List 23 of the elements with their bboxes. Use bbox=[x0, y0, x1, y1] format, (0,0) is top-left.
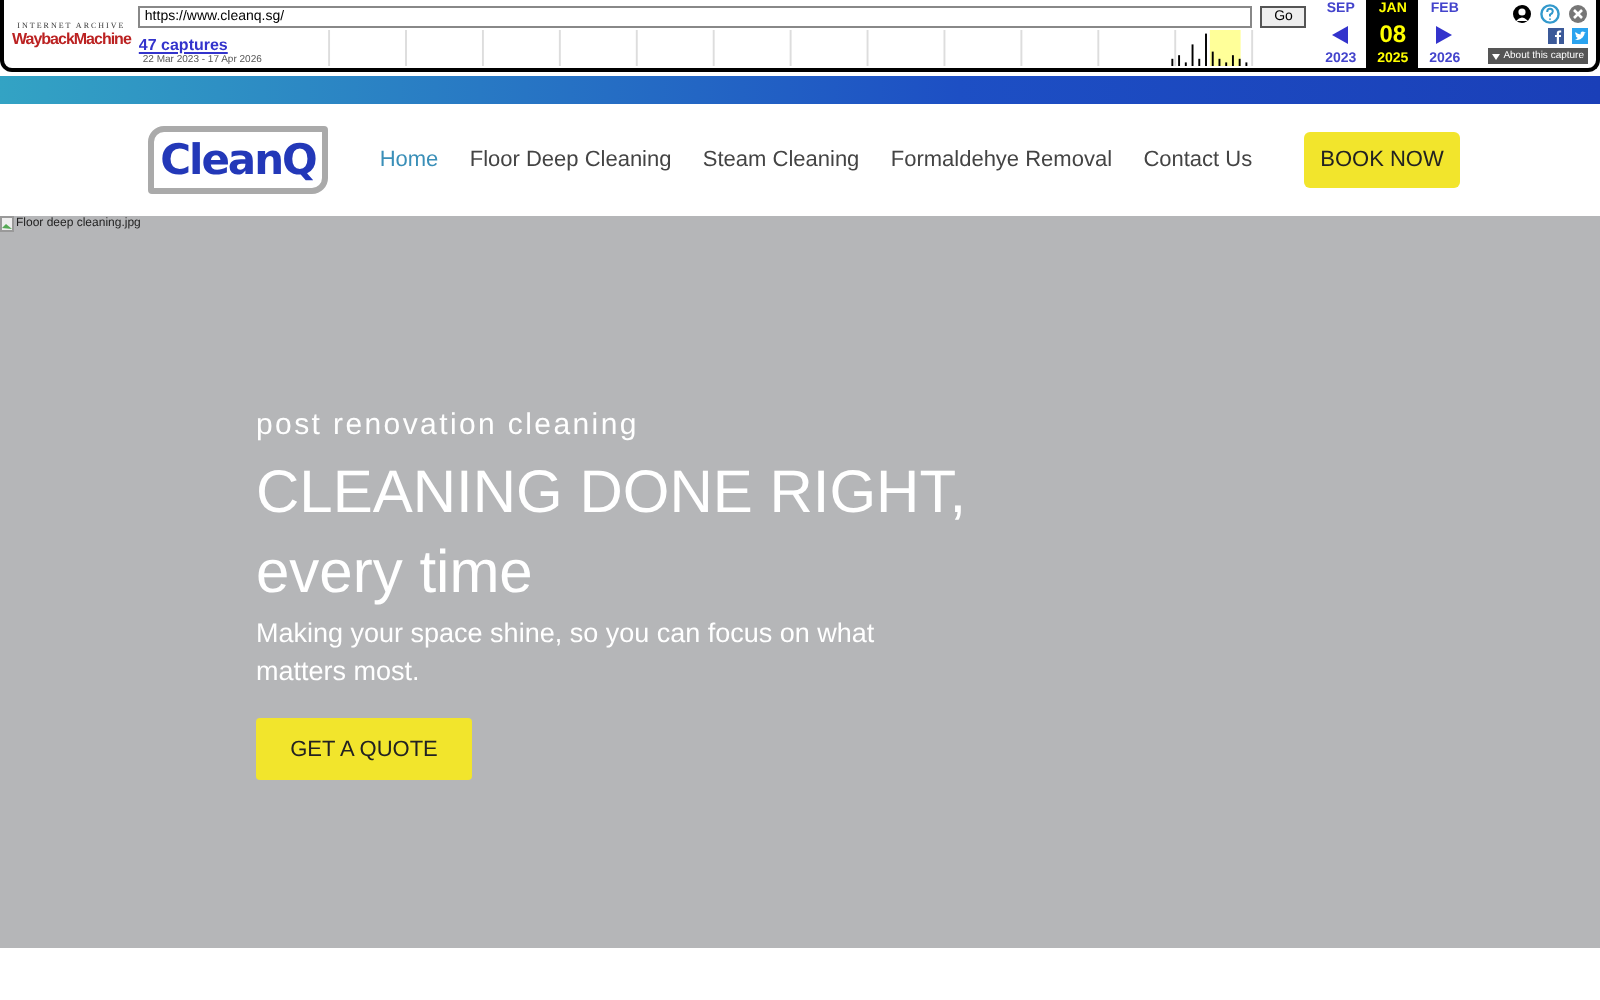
captures-link[interactable]: 47 captures bbox=[138, 36, 299, 54]
cleanq-logo[interactable]: CleanQ bbox=[148, 126, 328, 194]
hero-subtitle: Making your space shine, so you can focus on what matters most. bbox=[256, 616, 877, 690]
nav-link[interactable]: Steam Cleaning bbox=[702, 148, 860, 172]
twitter-icon[interactable] bbox=[1572, 28, 1588, 44]
nav-link[interactable]: Home bbox=[379, 148, 439, 172]
next-arrow-icon[interactable] bbox=[1436, 25, 1453, 43]
caret-icon bbox=[1491, 53, 1500, 59]
nav-link[interactable]: Formaldehye Removal bbox=[890, 148, 1113, 172]
get-quote-button[interactable]: GET A QUOTE bbox=[256, 718, 472, 780]
book-now-button[interactable]: BOOK NOW bbox=[1304, 132, 1460, 188]
user-icon[interactable] bbox=[1512, 4, 1532, 24]
wayback-logo[interactable]: WaybackMachine bbox=[12, 30, 131, 48]
nav-link[interactable]: Contact Us bbox=[1143, 148, 1253, 172]
hero-eyebrow: post renovation cleaning bbox=[256, 408, 641, 442]
hero-title: CLEANING DONE RIGHT, every time bbox=[256, 458, 969, 610]
capture-day: 08 bbox=[1379, 20, 1407, 48]
facebook-icon[interactable] bbox=[1548, 28, 1564, 44]
help-icon[interactable] bbox=[1540, 4, 1560, 24]
nav-link[interactable]: Floor Deep Cleaning bbox=[469, 148, 672, 172]
previous-arrow-icon[interactable] bbox=[1332, 25, 1349, 43]
close-icon[interactable] bbox=[1568, 4, 1588, 24]
broken-image-icon bbox=[0, 216, 14, 232]
